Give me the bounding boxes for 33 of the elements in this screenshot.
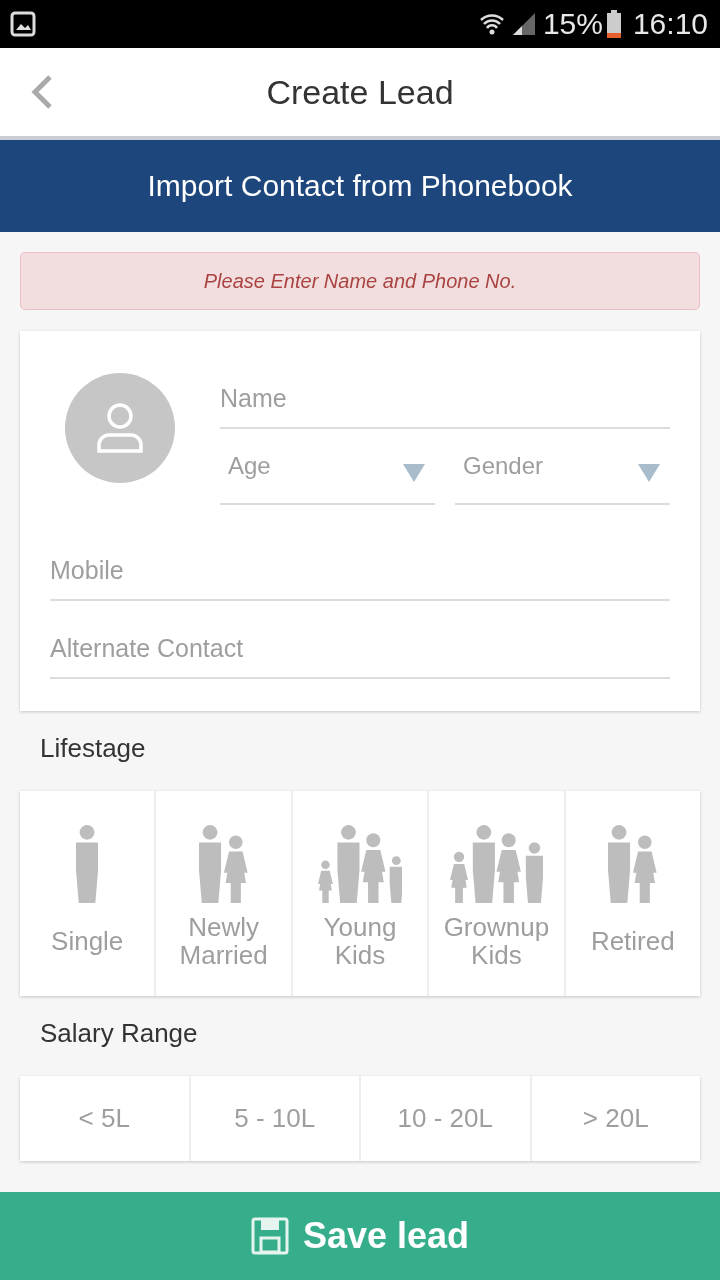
lifestage-option[interactable]: Single bbox=[20, 791, 155, 996]
screen-title: Create Lead bbox=[265, 72, 455, 112]
salary-option[interactable]: < 5L bbox=[20, 1076, 189, 1161]
lifestage-option[interactable]: Retired bbox=[565, 791, 700, 996]
clock: 16:10 bbox=[632, 7, 708, 41]
people-icon bbox=[449, 824, 543, 903]
salary-option[interactable]: 5 - 10L bbox=[190, 1076, 359, 1161]
error-alert: Please Enter Name and Phone No. bbox=[20, 252, 700, 310]
people-icon bbox=[608, 824, 658, 903]
section-title: Lifestage bbox=[39, 732, 147, 765]
lifestage-option[interactable]: Newly Married bbox=[156, 791, 291, 996]
age-dropdown[interactable]: Age bbox=[220, 429, 435, 505]
back-icon[interactable] bbox=[30, 74, 54, 110]
lifestage-option[interactable]: Grownup Kids bbox=[429, 791, 564, 996]
people-icon bbox=[199, 824, 248, 903]
mobile-field[interactable]: Mobile bbox=[50, 523, 670, 601]
salary-option[interactable]: 10 - 20L bbox=[361, 1076, 530, 1161]
gallery-icon bbox=[10, 11, 36, 37]
save-lead-button[interactable]: Save lead bbox=[0, 1192, 720, 1280]
people-icon bbox=[317, 824, 403, 903]
wifi-icon bbox=[478, 11, 505, 37]
battery-icon bbox=[606, 10, 621, 38]
lifestage-option[interactable]: Young Kids bbox=[292, 791, 428, 996]
gender-dropdown[interactable]: Gender bbox=[455, 429, 670, 505]
dropdown-caret-icon bbox=[638, 464, 660, 482]
dropdown-caret-icon bbox=[403, 464, 425, 482]
section-title: Salary Range bbox=[39, 1017, 199, 1050]
people-icon bbox=[76, 824, 99, 903]
import-contact-button[interactable]: Import Contact from Phonebook bbox=[0, 140, 720, 232]
name-field[interactable]: Name bbox=[220, 351, 670, 429]
salary-option[interactable]: > 20L bbox=[531, 1076, 700, 1161]
battery-percent: 15% bbox=[542, 7, 603, 41]
alternate-contact-field[interactable]: Alternate Contact bbox=[50, 601, 670, 679]
